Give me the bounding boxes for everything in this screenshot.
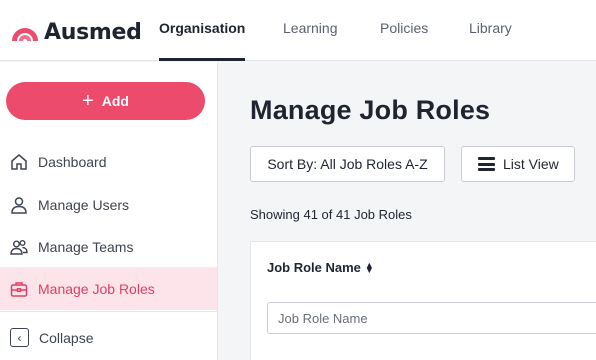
sidebar-item-dashboard[interactable]: Dashboard xyxy=(0,140,217,183)
plus-icon: + xyxy=(82,90,94,112)
collapse-button[interactable]: ‹ Collapse xyxy=(10,328,93,347)
sidebar-item-label: Manage Users xyxy=(38,196,130,213)
sort-by-dropdown[interactable]: Sort By: All Job Roles A-Z xyxy=(250,146,445,182)
job-role-name-filter-input[interactable] xyxy=(267,302,596,334)
users-icon xyxy=(10,239,28,255)
tab-policies[interactable]: Policies xyxy=(380,20,428,61)
tab-library[interactable]: Library xyxy=(469,20,512,61)
column-header-label: Job Role Name xyxy=(267,260,361,275)
brand-name: Ausmed xyxy=(44,19,142,45)
home-icon xyxy=(11,153,27,170)
briefcase-icon xyxy=(10,281,28,297)
tab-label: Learning xyxy=(283,20,338,36)
sidebar-item-label: Manage Teams xyxy=(38,238,134,255)
tab-label: Library xyxy=(469,20,512,36)
top-navigation: Ausmed Organisation Learning Policies Li… xyxy=(0,0,596,61)
tab-organisation[interactable]: Organisation xyxy=(159,20,246,61)
add-button[interactable]: + Add xyxy=(6,82,205,120)
list-icon xyxy=(478,157,495,171)
tab-learning[interactable]: Learning xyxy=(283,20,338,61)
ausmed-logo[interactable]: Ausmed xyxy=(10,18,142,46)
page-title: Manage Job Roles xyxy=(250,95,491,125)
ausmed-logo-icon xyxy=(12,28,38,41)
results-count: Showing 41 of 41 Job Roles xyxy=(250,207,412,222)
sidebar: + Add Dashboard Manage Users Manage Team… xyxy=(0,62,218,360)
job-roles-table: Job Role Name ▲ ▼ xyxy=(250,241,596,360)
tab-label: Organisation xyxy=(159,20,246,36)
column-header-job-role-name[interactable]: Job Role Name ▲ ▼ xyxy=(267,260,374,275)
sidebar-item-manage-job-roles[interactable]: Manage Job Roles xyxy=(0,267,217,310)
list-view-button[interactable]: List View xyxy=(461,146,575,182)
add-button-label: Add xyxy=(101,93,129,109)
sidebar-item-manage-users[interactable]: Manage Users xyxy=(0,183,217,226)
tab-label: Policies xyxy=(380,20,429,36)
list-view-label: List View xyxy=(503,156,559,172)
user-icon xyxy=(11,196,27,214)
chevron-left-icon: ‹ xyxy=(10,328,29,347)
active-tab-indicator xyxy=(159,58,246,61)
sidebar-item-label: Dashboard xyxy=(38,153,107,170)
sort-by-label: Sort By: All Job Roles A-Z xyxy=(267,156,428,172)
sidebar-item-manage-teams[interactable]: Manage Teams xyxy=(0,225,217,268)
sidebar-item-label: Manage Job Roles xyxy=(38,280,155,297)
sidebar-divider xyxy=(0,311,217,312)
sort-caret-icon: ▲ ▼ xyxy=(364,259,374,275)
collapse-label: Collapse xyxy=(39,329,94,346)
